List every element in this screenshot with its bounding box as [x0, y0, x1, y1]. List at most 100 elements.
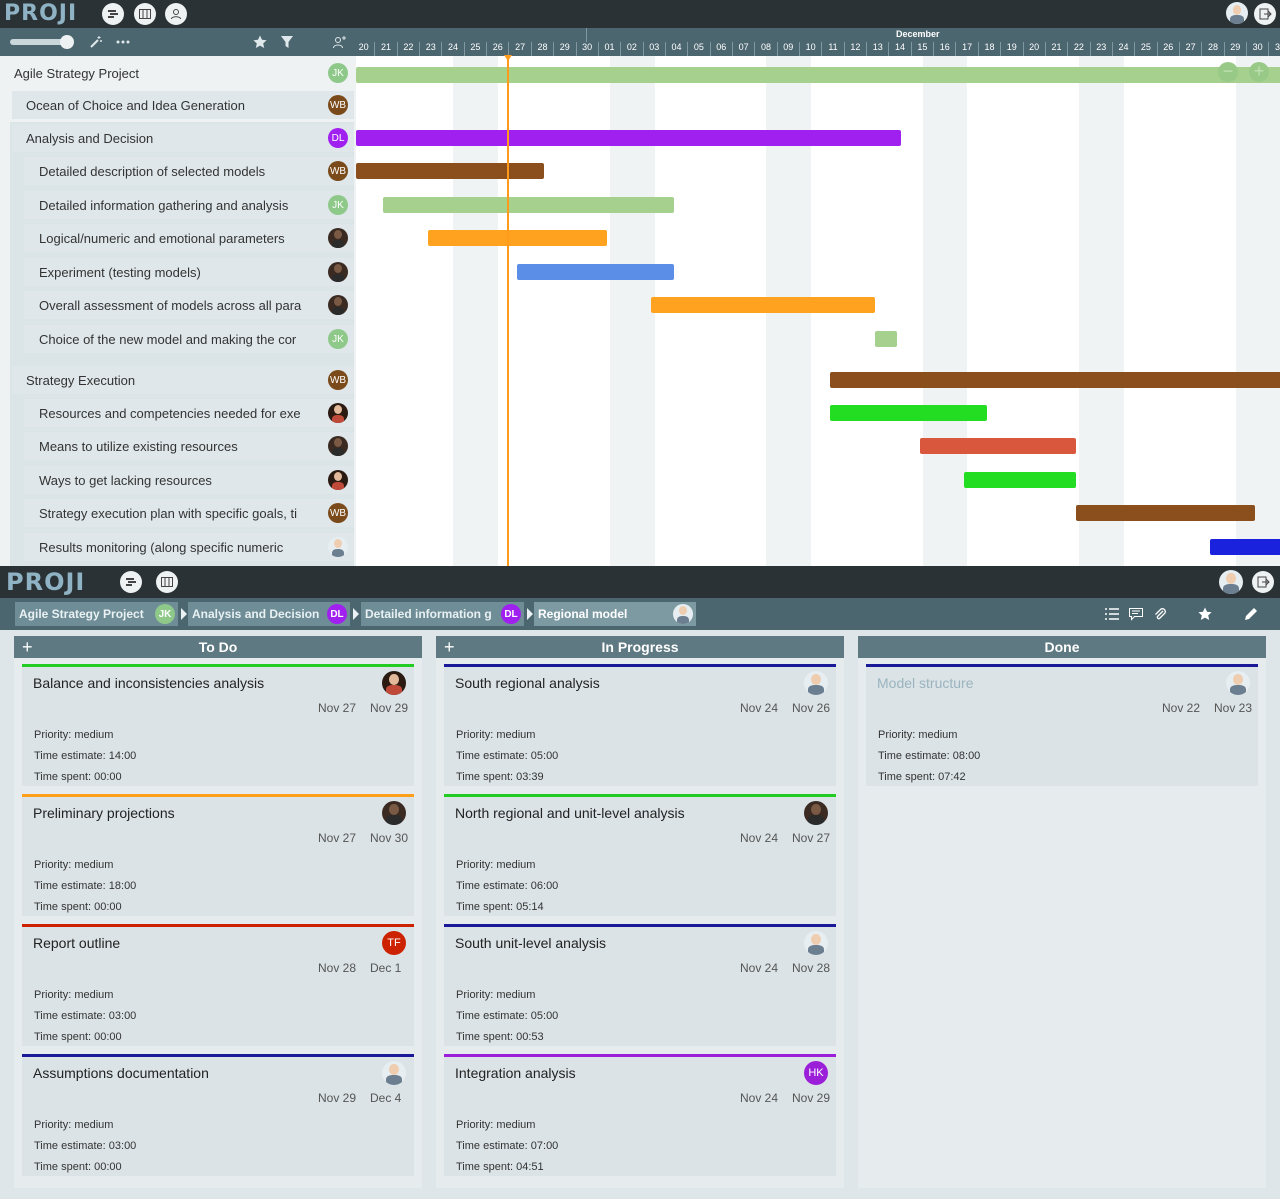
gantt-bar[interactable]: [356, 130, 902, 146]
add-card-button[interactable]: +: [22, 636, 33, 658]
task-card[interactable]: South unit-level analysis Nov 24 Nov 28 Pri…: [444, 924, 836, 1046]
task-row[interactable]: Detailed information gathering and analy…: [24, 191, 354, 219]
list-icon[interactable]: [1104, 606, 1120, 622]
card-end-date: Nov 26: [792, 701, 831, 715]
assignee-avatar: JK: [328, 63, 348, 83]
day-label: 23: [419, 42, 441, 56]
breadcrumb-item[interactable]: Detailed information g DL: [361, 602, 524, 626]
card-start-date: Nov 24: [740, 961, 779, 975]
task-row[interactable]: Ocean of Choice and Idea Generation WB: [12, 91, 354, 119]
gantt-bar[interactable]: [427, 230, 607, 246]
day-label: 08: [754, 42, 776, 56]
gantt-bar[interactable]: [830, 372, 1280, 388]
gantt-view-button-board[interactable]: [120, 571, 142, 593]
zoom-slider[interactable]: [10, 35, 74, 49]
task-row[interactable]: Detailed description of selected models W…: [24, 157, 354, 185]
zoom-out-icon[interactable]: −: [1218, 62, 1238, 82]
add-card-button[interactable]: +: [444, 636, 455, 658]
breadcrumb-item[interactable]: Analysis and Decision DL: [188, 602, 350, 626]
task-label: Logical/numeric and emotional parameters: [39, 230, 285, 246]
task-card[interactable]: Report outline TF Nov 28 Dec 1 Priority: med…: [22, 924, 414, 1046]
gantt-bar[interactable]: [383, 197, 674, 213]
task-row[interactable]: Means to utilize existing resources: [24, 432, 354, 460]
card-priority: Priority: medium: [456, 1119, 536, 1131]
task-label: Ocean of Choice and Idea Generation: [26, 97, 245, 113]
task-row[interactable]: Overall assessment of models across all …: [24, 291, 354, 319]
task-card[interactable]: South regional analysis Nov 24 Nov 26 Prior…: [444, 664, 836, 786]
edit-icon[interactable]: [1243, 606, 1259, 622]
comment-icon[interactable]: [1128, 606, 1144, 622]
card-end-date: Dec 1: [370, 961, 402, 975]
gantt-bar[interactable]: [356, 67, 1280, 83]
gantt-bar[interactable]: [830, 405, 987, 421]
task-card[interactable]: Assumptions documentation Nov 29 Dec 4 Prio…: [22, 1054, 414, 1176]
current-user-avatar-board[interactable]: [1219, 570, 1243, 594]
day-label: 19: [1000, 42, 1022, 56]
task-card[interactable]: Preliminary projections Nov 27 Nov 30 Prior…: [22, 794, 414, 916]
card-start-date: Nov 24: [740, 1091, 779, 1105]
gantt-bar[interactable]: [517, 264, 674, 280]
board-top-bar: PROJI: [0, 566, 1280, 598]
card-priority: Priority: medium: [34, 859, 114, 871]
gantt-view-button[interactable]: [102, 3, 124, 25]
zoom-slider-handle[interactable]: [60, 35, 74, 49]
board-view-button[interactable]: [134, 3, 156, 25]
star-icon[interactable]: [252, 34, 268, 50]
logout-button[interactable]: [1254, 3, 1276, 25]
current-user-avatar[interactable]: [1226, 2, 1248, 24]
gantt-bar[interactable]: [1210, 539, 1280, 555]
gantt-bar[interactable]: [874, 331, 898, 347]
card-time-spent: Time spent: 00:00: [34, 1031, 122, 1043]
card-end-date: Nov 27: [792, 831, 831, 845]
task-row[interactable]: Choice of the new model and making the c…: [24, 325, 354, 353]
star-icon-board[interactable]: [1197, 606, 1213, 622]
user-profile-button[interactable]: [165, 3, 187, 25]
gantt-bar[interactable]: [1076, 505, 1255, 521]
task-row[interactable]: Results monitoring (along specific numer…: [24, 533, 354, 561]
task-card[interactable]: Integration analysis HK Nov 24 Nov 29 Priori…: [444, 1054, 836, 1176]
task-row[interactable]: Analysis and Decision DL: [12, 124, 354, 152]
weekend-shade: [922, 56, 968, 566]
day-label: 27: [508, 42, 530, 56]
task-row[interactable]: Resources and competencies needed for ex…: [24, 399, 354, 427]
day-label: 29: [553, 42, 575, 56]
breadcrumb: Agile Strategy Project JK Analysis and Dec…: [0, 598, 1280, 630]
more-icon[interactable]: [115, 34, 131, 50]
card-title: South regional analysis: [455, 675, 600, 691]
assignee-avatar: [328, 403, 348, 423]
task-row[interactable]: Ways to get lacking resources: [24, 466, 354, 494]
task-row[interactable]: Strategy Execution WB: [12, 366, 354, 394]
card-start-date: Nov 22: [1162, 701, 1201, 715]
filter-icon[interactable]: [279, 34, 295, 50]
task-row[interactable]: Experiment (testing models): [24, 258, 354, 286]
gantt-bar[interactable]: [919, 438, 1077, 454]
logout-button-board[interactable]: [1252, 571, 1274, 593]
task-row[interactable]: Strategy execution plan with specific go…: [24, 499, 354, 527]
gantt-bar[interactable]: [356, 163, 544, 179]
day-label: 15: [910, 42, 933, 56]
card-end-date: Nov 30: [370, 831, 409, 845]
zoom-in-icon[interactable]: +: [1249, 62, 1269, 82]
task-row[interactable]: Agile Strategy Project JK: [0, 59, 354, 87]
gantt-bar[interactable]: [964, 472, 1077, 488]
task-card[interactable]: North regional and unit-level analysis No…: [444, 794, 836, 916]
assignee-avatar: [328, 436, 348, 456]
task-card[interactable]: Balance and inconsistencies analysis Nov …: [22, 664, 414, 786]
gantt-bar[interactable]: [651, 297, 875, 313]
card-assignee-avatar: [382, 671, 406, 695]
card-title: South unit-level analysis: [455, 935, 606, 951]
task-label: Results monitoring (along specific numer…: [39, 539, 284, 555]
magic-wand-icon[interactable]: [88, 34, 104, 50]
assignee-avatar: DL: [328, 128, 348, 148]
attachment-icon[interactable]: [1152, 606, 1168, 622]
breadcrumb-item[interactable]: Regional model: [534, 602, 696, 626]
breadcrumb-item[interactable]: Agile Strategy Project JK: [15, 602, 178, 626]
assignee-avatar: [328, 228, 348, 248]
task-row[interactable]: Logical/numeric and emotional parameters: [24, 224, 354, 252]
board-view-button-board[interactable]: [156, 571, 178, 593]
task-card[interactable]: Model structure Nov 22 Nov 23 Priority: med…: [866, 664, 1258, 786]
card-assignee-avatar: [382, 1061, 406, 1085]
card-time-estimate: Time estimate: 03:00: [34, 1010, 137, 1022]
board-column: + To Do Balance and inconsistencies analys…: [14, 636, 422, 1188]
add-user-icon[interactable]: [332, 34, 348, 50]
